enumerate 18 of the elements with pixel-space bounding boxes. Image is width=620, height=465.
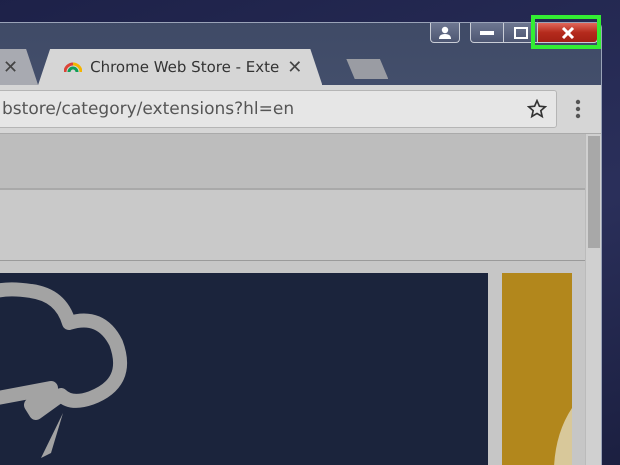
profile-button[interactable] [430,23,460,43]
minimize-icon [480,30,494,34]
close-icon [560,26,574,38]
browser-tab[interactable]: ✕ [0,49,38,85]
close-button[interactable] [538,23,598,43]
close-tab-icon[interactable]: ✕ [287,56,302,78]
address-bar[interactable]: bstore/category/extensions?hl=en [0,90,557,128]
menu-icon[interactable] [575,99,581,119]
scrollbar[interactable] [585,134,601,465]
close-tab-icon[interactable]: ✕ [3,56,18,78]
minimize-button[interactable] [470,23,504,43]
tab-title: Chrome Web Store - Exte [90,58,280,76]
maximize-icon [514,26,528,38]
rainbow-icon [64,62,82,72]
star-icon[interactable] [527,99,547,119]
person-icon [437,26,453,40]
browser-tab[interactable]: Chrome Web Store - Exte ✕ [38,49,322,85]
arc-drawing [552,408,572,465]
